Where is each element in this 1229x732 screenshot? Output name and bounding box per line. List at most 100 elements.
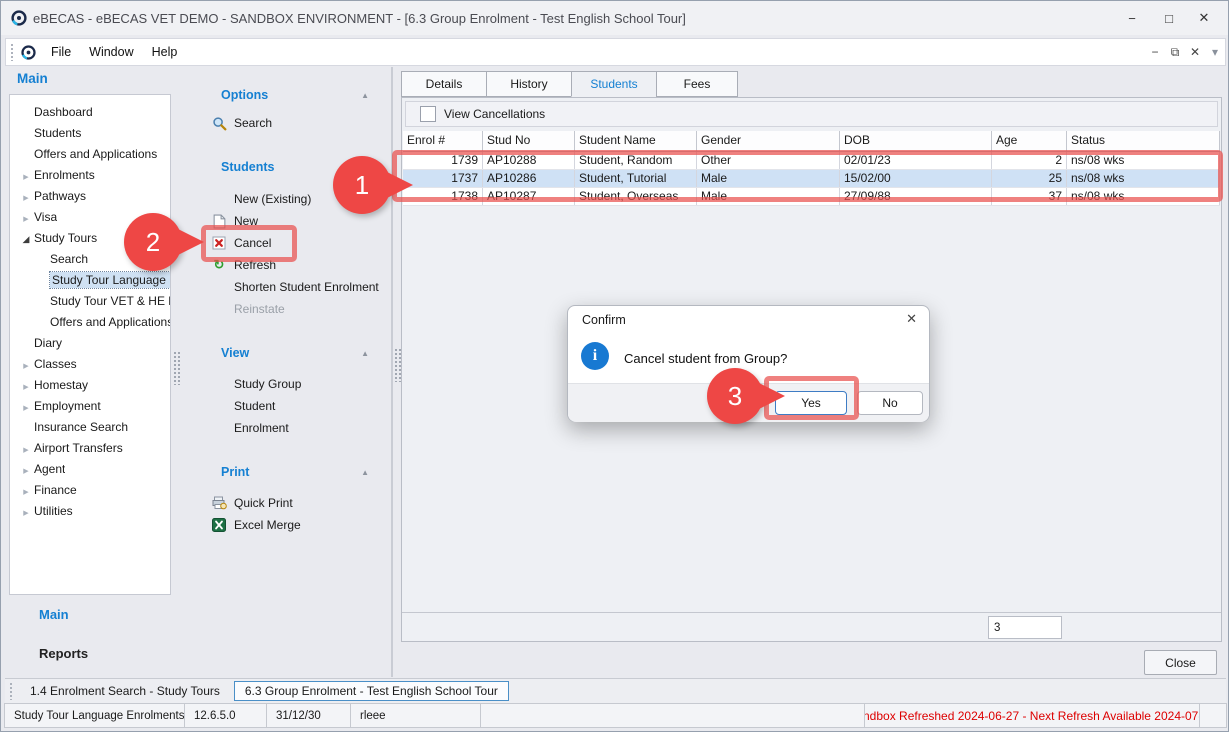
sidebar-item-study-tour-language-enrolments[interactable]: Study Tour Language E bbox=[10, 269, 170, 290]
dialog-title: Confirm bbox=[582, 313, 626, 327]
menu-bar: File Window Help − ⧉ ✕ ▾ bbox=[5, 38, 1226, 66]
column-header-student-name[interactable]: Student Name bbox=[575, 131, 697, 151]
mdi-close-icon[interactable]: ✕ bbox=[1185, 45, 1205, 59]
sidebar-navigation-tree: Dashboard Students Offers and Applicatio… bbox=[9, 94, 171, 595]
sidebar-item-homestay[interactable]: Homestay bbox=[10, 374, 170, 395]
action-view-enrolment[interactable]: Enrolment bbox=[197, 418, 389, 438]
status-panel-name: Study Tour Language Enrolments bbox=[5, 704, 185, 727]
tab-fees[interactable]: Fees bbox=[656, 71, 738, 97]
info-icon: i bbox=[581, 342, 609, 370]
excel-icon bbox=[211, 517, 227, 533]
toolbar-options-chevron-icon[interactable]: ▾ bbox=[1205, 45, 1225, 59]
grid-header-row: Enrol # Stud No Student Name Gender DOB … bbox=[403, 131, 1220, 152]
action-view-study-group[interactable]: Study Group bbox=[197, 374, 389, 394]
view-cancellations-checkbox[interactable] bbox=[420, 106, 436, 122]
action-search[interactable]: Search bbox=[197, 113, 389, 133]
sidebar-item-airport-transfers[interactable]: Airport Transfers bbox=[10, 437, 170, 458]
menu-help[interactable]: Help bbox=[143, 45, 187, 59]
collapse-arrow-icon[interactable] bbox=[18, 231, 34, 245]
sidebar-item-employment[interactable]: Employment bbox=[10, 395, 170, 416]
sidebar-item-finance[interactable]: Finance bbox=[10, 479, 170, 500]
column-header-enrol[interactable]: Enrol # bbox=[403, 131, 483, 151]
sidebar-item-utilities[interactable]: Utilities bbox=[10, 500, 170, 521]
print-icon bbox=[211, 495, 227, 511]
expand-arrow-icon[interactable] bbox=[18, 189, 34, 203]
section-header-view[interactable]: View ▲ bbox=[197, 343, 377, 363]
tab-details[interactable]: Details bbox=[401, 71, 487, 97]
column-header-gender[interactable]: Gender bbox=[697, 131, 840, 151]
column-header-age[interactable]: Age bbox=[992, 131, 1067, 151]
action-reinstate: Reinstate bbox=[197, 299, 389, 319]
status-date: 31/12/30 bbox=[267, 704, 351, 727]
ebecas-menu-logo-icon bbox=[21, 45, 36, 60]
navbar-section-reports[interactable]: Reports bbox=[39, 646, 88, 661]
close-window-button[interactable]: ✕ bbox=[1190, 7, 1218, 29]
expand-arrow-icon[interactable] bbox=[18, 462, 34, 476]
sidebar-splitter-handle[interactable] bbox=[173, 351, 181, 385]
sidebar-item-students[interactable]: Students bbox=[10, 122, 170, 143]
menu-file[interactable]: File bbox=[42, 45, 80, 59]
view-cancellations-panel: View Cancellations bbox=[405, 101, 1218, 127]
dialog-message: Cancel student from Group? bbox=[624, 351, 787, 366]
expand-arrow-icon[interactable] bbox=[18, 357, 34, 371]
expand-arrow-icon[interactable] bbox=[18, 399, 34, 413]
tab-history[interactable]: History bbox=[486, 71, 572, 97]
expand-arrow-icon[interactable] bbox=[18, 441, 34, 455]
sidebar-item-study-tours-offers-and-applications[interactable]: Offers and Applications bbox=[10, 311, 170, 332]
expand-arrow-icon[interactable] bbox=[18, 483, 34, 497]
sidebar-item-offers-and-applications[interactable]: Offers and Applications bbox=[10, 143, 170, 164]
column-header-dob[interactable]: DOB bbox=[840, 131, 992, 151]
status-spacer bbox=[481, 704, 864, 727]
search-icon bbox=[211, 115, 227, 131]
mdi-minimize-icon[interactable]: − bbox=[1145, 45, 1165, 59]
doc-tab-group-enrolment[interactable]: 6.3 Group Enrolment - Test English Schoo… bbox=[234, 681, 509, 701]
mdi-restore-icon[interactable]: ⧉ bbox=[1165, 45, 1185, 60]
collapse-section-icon[interactable]: ▲ bbox=[361, 468, 369, 477]
no-button[interactable]: No bbox=[857, 391, 923, 415]
sidebar-item-dashboard[interactable]: Dashboard bbox=[10, 101, 170, 122]
expand-arrow-icon[interactable] bbox=[18, 504, 34, 518]
column-header-stud-no[interactable]: Stud No bbox=[483, 131, 575, 151]
action-quick-print[interactable]: Quick Print bbox=[197, 493, 389, 513]
collapse-section-icon[interactable]: ▲ bbox=[361, 349, 369, 358]
sidebar-item-enrolments[interactable]: Enrolments bbox=[10, 164, 170, 185]
dialog-close-icon[interactable]: ✕ bbox=[906, 311, 917, 327]
expand-arrow-icon[interactable] bbox=[18, 378, 34, 392]
action-view-student[interactable]: Student bbox=[197, 396, 389, 416]
sidebar-item-study-tour-vet-he-enrolments[interactable]: Study Tour VET & HE Er bbox=[10, 290, 170, 311]
blank-icon bbox=[211, 191, 227, 207]
doc-tab-enrolment-search[interactable]: 1.4 Enrolment Search - Study Tours bbox=[20, 681, 230, 701]
collapse-section-icon[interactable]: ▲ bbox=[361, 91, 369, 100]
close-button[interactable]: Close bbox=[1144, 650, 1217, 675]
sidebar-item-insurance-search[interactable]: Insurance Search bbox=[10, 416, 170, 437]
status-bar: Study Tour Language Enrolments 12.6.5.0 … bbox=[4, 703, 1227, 728]
annotation-callout-2: 2 bbox=[124, 213, 182, 271]
column-header-status[interactable]: Status bbox=[1067, 131, 1220, 151]
expand-arrow-icon[interactable] bbox=[18, 210, 34, 224]
doctab-grip-handle[interactable] bbox=[9, 682, 14, 700]
expand-arrow-icon[interactable] bbox=[18, 168, 34, 182]
sidebar-item-pathways[interactable]: Pathways bbox=[10, 185, 170, 206]
document-tab-bar: 1.4 Enrolment Search - Study Tours 6.3 G… bbox=[5, 678, 1226, 703]
section-header-print[interactable]: Print ▲ bbox=[197, 462, 377, 482]
annotation-callout-1: 1 bbox=[333, 156, 391, 214]
section-header-options[interactable]: Options ▲ bbox=[197, 85, 377, 105]
status-user: rleee bbox=[351, 704, 481, 727]
minimize-button[interactable]: − bbox=[1118, 7, 1146, 29]
navbar-section-main[interactable]: Main bbox=[39, 607, 69, 622]
status-sandbox-message: Sandbox Refreshed 2024-06-27 - Next Refr… bbox=[864, 704, 1200, 727]
action-shorten-student-enrolment[interactable]: Shorten Student Enrolment bbox=[197, 277, 389, 297]
blank-icon bbox=[211, 279, 227, 295]
blank-icon bbox=[211, 420, 227, 436]
tab-students[interactable]: Students bbox=[571, 71, 657, 97]
view-cancellations-label: View Cancellations bbox=[444, 107, 545, 121]
sidebar-item-diary[interactable]: Diary bbox=[10, 332, 170, 353]
sidebar-item-agent[interactable]: Agent bbox=[10, 458, 170, 479]
sidebar-item-classes[interactable]: Classes bbox=[10, 353, 170, 374]
toolbar-grip-handle[interactable] bbox=[10, 43, 15, 61]
menu-window[interactable]: Window bbox=[80, 45, 142, 59]
annotation-rect-rows bbox=[392, 150, 1223, 202]
title-bar: eBECAS - eBECAS VET DEMO - SANDBOX ENVIR… bbox=[1, 1, 1228, 35]
maximize-button[interactable]: □ bbox=[1155, 7, 1183, 29]
action-excel-merge[interactable]: Excel Merge bbox=[197, 515, 389, 535]
